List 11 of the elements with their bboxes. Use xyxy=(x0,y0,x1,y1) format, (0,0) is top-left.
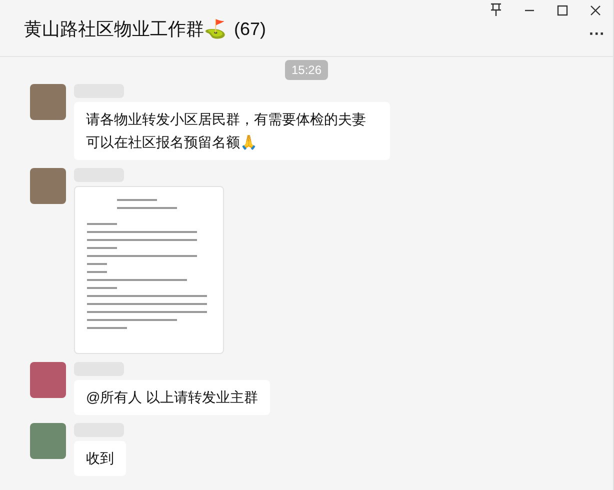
message-bubble: 收到 xyxy=(74,441,126,476)
member-count: (67) xyxy=(234,18,266,41)
more-button[interactable]: ··· xyxy=(589,23,605,47)
maximize-icon[interactable] xyxy=(557,4,568,16)
message-bubble: @所有人 以上请转发业主群 xyxy=(74,380,270,415)
pin-icon xyxy=(490,3,502,17)
document-image[interactable] xyxy=(74,186,224,354)
close-icon[interactable] xyxy=(590,4,601,16)
message-bubble: 请各物业转发小区居民群，有需要体检的夫妻可以在社区报名预留名额🙏 xyxy=(74,102,390,160)
window-title: 黄山路社区物业工作群⛳ xyxy=(24,18,226,42)
timestamp: 15:26 xyxy=(285,60,328,80)
